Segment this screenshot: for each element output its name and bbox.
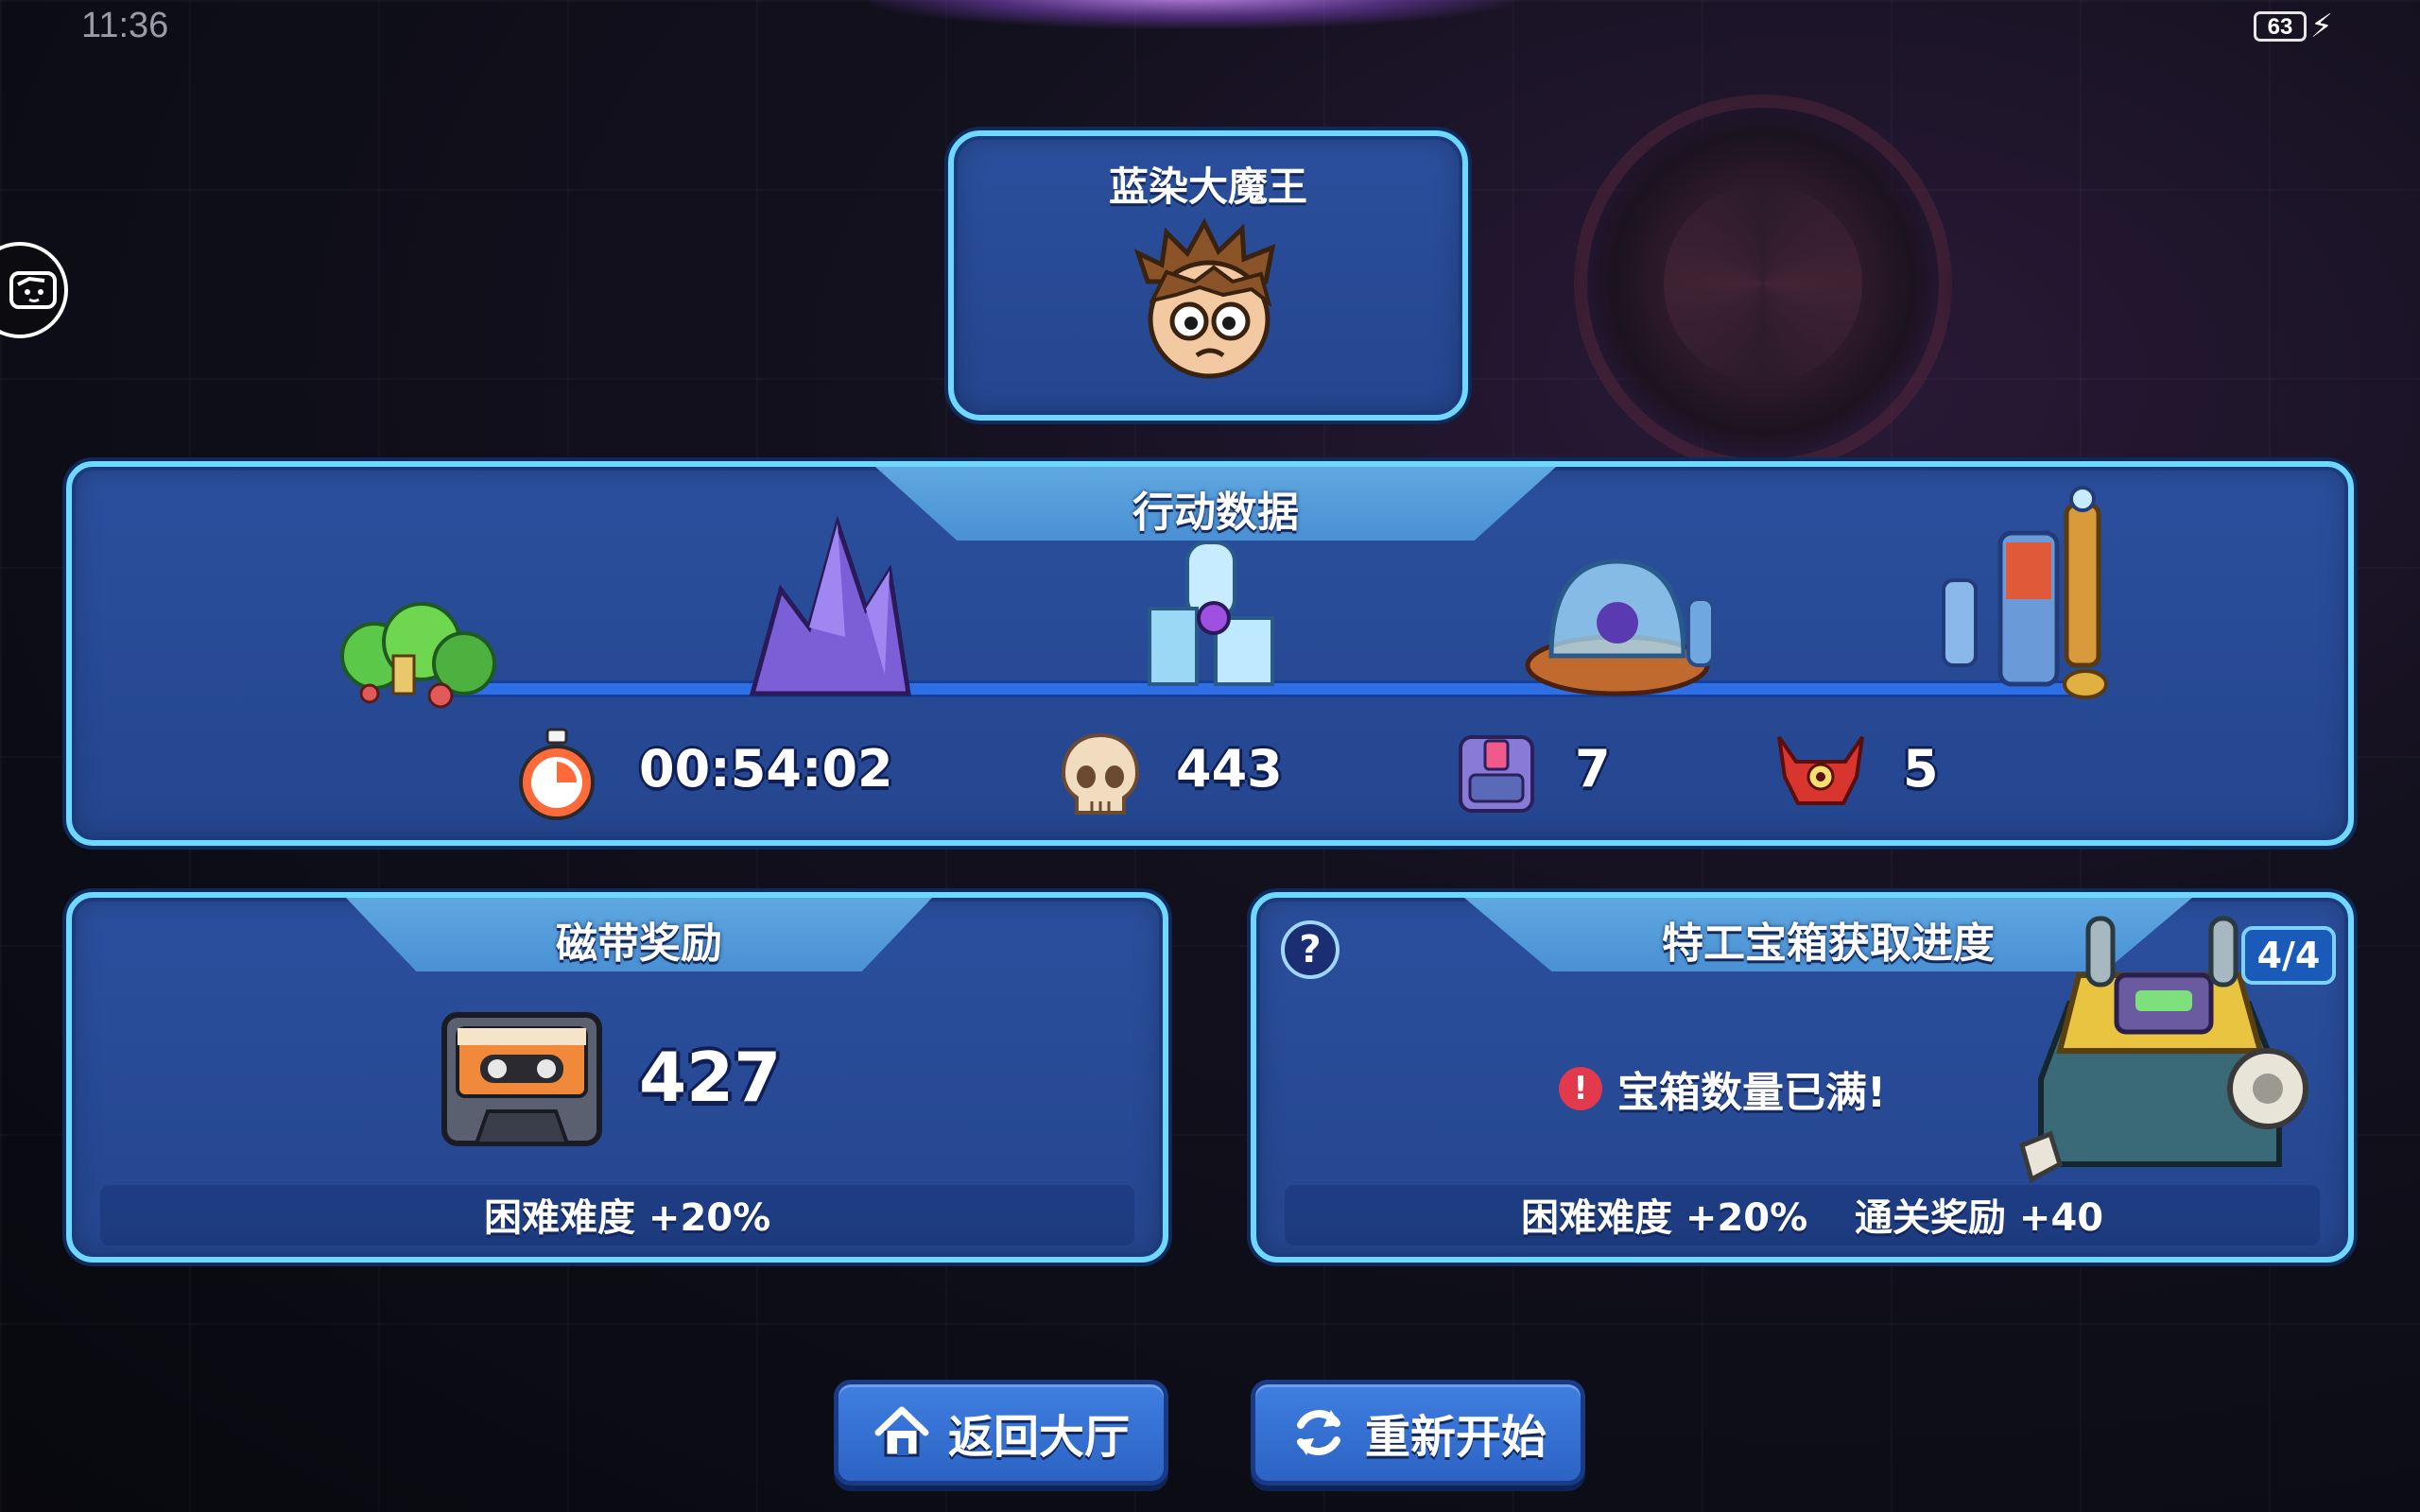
boss-card: 蓝染大魔王 (948, 130, 1468, 421)
chest-progress-badge: 4/4 (2241, 926, 2336, 985)
warning-icon: ! (1559, 1067, 1602, 1110)
stage-ice-lab-icon (1148, 541, 1274, 686)
stat-time: 00:54:02 (639, 739, 893, 799)
status-time: 11:36 (81, 6, 169, 45)
home-icon (874, 1406, 929, 1457)
restart-button[interactable]: 重新开始 (1251, 1380, 1585, 1486)
cassette-tape-icon (441, 1012, 602, 1146)
agent-chest-panel: 特工宝箱获取进度 ? ! 宝箱数量已满! 4/4 困难难度 +20% 通关奖励 … (1251, 892, 2354, 1263)
back-to-lobby-label: 返回大厅 (948, 1411, 1131, 1464)
action-data-panel: 行动数据 00:54:02 443 7 5 (66, 461, 2354, 846)
boss-name: 蓝染大魔王 (1108, 163, 1307, 210)
chest-full-text: 宝箱数量已满! (1617, 1069, 1887, 1117)
tape-reward-panel: 磁带奖励 427 困难难度 +20% (66, 892, 1168, 1263)
tape-difficulty-bonus: 困难难度 +20% (484, 1196, 771, 1240)
stage-dome-lab-icon (1525, 558, 1715, 696)
tape-reward-amount: 427 (639, 1038, 782, 1117)
stage-factory-icon (1942, 486, 2108, 699)
battery-indicator: 63 (2254, 11, 2307, 42)
stage-crystal-icon (749, 515, 911, 696)
chest-clear-bonus: 通关奖励 +40 (1855, 1196, 2104, 1240)
stopwatch-icon (519, 728, 595, 820)
skull-icon (1061, 732, 1140, 815)
restart-label: 重新开始 (1365, 1411, 1547, 1464)
stat-chests: 7 (1575, 739, 1611, 799)
title-glow (870, 0, 1512, 28)
back-to-lobby-button[interactable]: 返回大厅 (834, 1380, 1168, 1486)
boss-portrait (1133, 217, 1276, 379)
chest-full-notice: ! 宝箱数量已满! (1559, 1058, 1886, 1119)
tape-reward-title: 磁带奖励 (556, 919, 722, 968)
stat-bosses: 5 (1903, 739, 1939, 799)
stat-kills: 443 (1176, 739, 1283, 799)
chest-count-icon (1459, 735, 1534, 813)
chest-difficulty-bonus: 困难难度 +20% (1521, 1196, 1808, 1240)
refresh-icon (1297, 1410, 1340, 1455)
assistant-face-icon (9, 271, 57, 309)
background-portal-core (1664, 184, 1862, 383)
boss-demon-icon (1777, 735, 1864, 805)
tape-reward-tab: 磁带奖励 (346, 898, 932, 971)
charging-bolt-icon: ⚡ (2310, 8, 2333, 45)
help-button[interactable]: ? (1281, 920, 1340, 979)
stage-forest-icon (340, 602, 496, 709)
